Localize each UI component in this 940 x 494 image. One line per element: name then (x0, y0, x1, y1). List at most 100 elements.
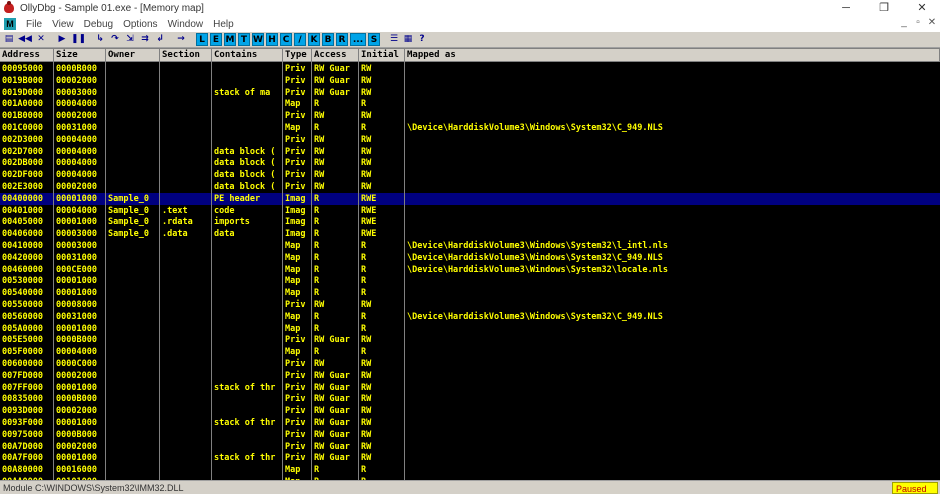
memory-map-row[interactable]: 00095000 0000B000 Priv RW Guar RW (0, 63, 940, 75)
menu-file[interactable]: File (21, 19, 47, 30)
column-header-size[interactable]: Size (54, 49, 106, 62)
memory-map-row[interactable]: 0093F000 00001000 stack of thr Priv RW Guar R… (0, 417, 940, 429)
memory-map-row[interactable]: 002DF000 00004000 data block (Priv RW RW (0, 169, 940, 181)
cell-access: RW (314, 359, 325, 369)
cell-contains (212, 75, 283, 87)
mdi-child-icon[interactable]: M (4, 18, 16, 30)
memory-map-row[interactable]: 0019B000 00002000 Priv RW Guar RW (0, 75, 940, 87)
memory-map-row[interactable]: 005F0000 00004000 Map R R (0, 346, 940, 358)
cell-address: 00405000 (2, 217, 43, 228)
cell-section (160, 452, 212, 464)
close-icon[interactable]: ✕ (908, 0, 936, 16)
memory-map-row[interactable]: 002D7000 00004000 data block (Priv RW RW (0, 146, 940, 158)
memory-map-row[interactable]: 00A80000 00016000 Map R R (0, 464, 940, 476)
toolbar-w-button[interactable]: W (252, 33, 264, 46)
cell-mapped-as (405, 299, 940, 311)
column-header-mapped-as[interactable]: Mapped as (405, 49, 940, 62)
go-to-icon[interactable]: → (175, 33, 187, 46)
mdi-restore-icon[interactable]: ▫ (911, 17, 925, 28)
memory-map-row[interactable]: 00410000 00003000 Map R R \Device\HarddiskVol… (0, 240, 940, 252)
cell-access: RW Guar (314, 335, 350, 346)
memory-map-row[interactable]: 00401000 00004000 Sample_0 .text code Imag R RW… (0, 205, 940, 217)
grid-icon[interactable]: ▦ (402, 33, 414, 46)
cell-section (160, 275, 212, 287)
memory-map-row[interactable]: 001B0000 00002000 Priv RW RW (0, 110, 940, 122)
toolbar-k-button[interactable]: K (308, 33, 320, 46)
memory-map-row[interactable]: 00540000 00001000 Map R R (0, 287, 940, 299)
menu-help[interactable]: Help (208, 19, 239, 30)
pause-icon[interactable]: ❚❚ (71, 33, 86, 46)
mdi-close-icon[interactable]: ✕ (925, 17, 939, 28)
step-over-icon[interactable]: ↷ (109, 33, 121, 46)
memory-map-row[interactable]: 001A0000 00004000 Map R R (0, 98, 940, 110)
column-header-initial[interactable]: Initial (359, 49, 405, 62)
cell-contains (212, 358, 283, 370)
menu-options[interactable]: Options (118, 19, 162, 30)
run-icon[interactable]: ▶ (56, 33, 68, 46)
cell-section (160, 169, 212, 181)
cell-type: Priv (285, 441, 306, 452)
toolbar-b-button[interactable]: B (322, 33, 334, 46)
cell-address: 002DB000 (2, 158, 43, 169)
toolbar-c-button[interactable]: C (280, 33, 292, 46)
column-header-access[interactable]: Access (312, 49, 359, 62)
cell-address: 0093F000 (2, 418, 43, 428)
memory-map-row[interactable]: 002D3000 00004000 Priv RW RW (0, 134, 940, 146)
cell-type: Priv (285, 359, 306, 369)
memory-map-row[interactable]: 00975000 0000B000 Priv RW Guar RW (0, 429, 940, 441)
restore-icon[interactable]: ❐ (870, 0, 898, 16)
close-program-icon[interactable]: ✕ (35, 33, 47, 46)
cell-initial: R (361, 276, 367, 287)
column-header-address[interactable]: Address (0, 49, 54, 62)
toolbar-m-button[interactable]: M (224, 33, 236, 46)
memory-map-row[interactable]: 00A7F000 00001000 stack of thr Priv RW Guar R… (0, 452, 940, 464)
help-icon[interactable]: ? (416, 33, 428, 46)
cell-access: RW Guar (314, 406, 350, 417)
memory-map-row[interactable]: 00A7D000 00002000 Priv RW Guar RW (0, 441, 940, 453)
list-icon[interactable]: ☰ (388, 33, 400, 46)
memory-map-row[interactable]: 007FD000 00002000 Priv RW Guar RW (0, 370, 940, 382)
cell-initial: RW (361, 394, 372, 405)
memory-map-row[interactable]: 0019D000 00003000 stack of ma Priv RW Guar RW (0, 87, 940, 99)
toolbar-ellipsis-button[interactable]: ... (350, 33, 366, 46)
memory-map-row[interactable]: 00406000 00003000 Sample_0 .data data Imag R RW… (0, 228, 940, 240)
toolbar-t-button[interactable]: T (238, 33, 250, 46)
memory-map-row[interactable]: 00530000 00001000 Map R R (0, 275, 940, 287)
memory-map-row[interactable]: 0093D000 00002000 Priv RW Guar RW (0, 405, 940, 417)
toolbar-e-button[interactable]: E (210, 33, 222, 46)
restart-icon[interactable]: ◀◀ (18, 33, 32, 46)
memory-map-row[interactable]: 001C0000 00031000 Map R R \Device\HarddiskVol… (0, 122, 940, 134)
memory-map-row[interactable]: 00400000 00001000 Sample_0 PE header Imag R RW… (0, 192, 940, 205)
memory-map-row[interactable]: 00420000 00031000 Map R R \Device\HarddiskVol… (0, 252, 940, 264)
step-into-icon[interactable]: ↳ (94, 33, 106, 46)
column-header-owner[interactable]: Owner (106, 49, 160, 62)
menu-debug[interactable]: Debug (79, 19, 118, 30)
mdi-minimize-icon[interactable]: _ (897, 17, 911, 28)
column-header-contains[interactable]: Contains (212, 49, 283, 62)
toolbar-slash-button[interactable]: / (294, 33, 306, 46)
memory-map-row[interactable]: 007FF000 00001000 stack of thr Priv RW Guar R… (0, 382, 940, 394)
memory-map-row[interactable]: 00405000 00001000 Sample_0 .rdata imports Ima… (0, 216, 940, 228)
menu-window[interactable]: Window (163, 19, 209, 30)
execute-till-return-icon[interactable]: ↲ (154, 33, 166, 46)
memory-map-row[interactable]: 00835000 0000B000 Priv RW Guar RW (0, 393, 940, 405)
open-icon[interactable]: ▤ (3, 33, 15, 46)
memory-map-row[interactable]: 00550000 00008000 Priv RW RW (0, 299, 940, 311)
column-header-section[interactable]: Section (160, 49, 212, 62)
memory-map-row[interactable]: 00560000 00031000 Map R R \Device\HarddiskVol… (0, 311, 940, 323)
toolbar-s-button[interactable]: S (368, 33, 380, 46)
memory-map-row[interactable]: 005A0000 00001000 Map R R (0, 323, 940, 335)
trace-into-icon[interactable]: ⇲ (124, 33, 136, 46)
memory-map-row[interactable]: 00460000 000CE000 Map R R \Device\HarddiskVol… (0, 264, 940, 276)
menu-view[interactable]: View (47, 19, 79, 30)
memory-map-row[interactable]: 005E5000 0000B000 Priv RW Guar RW (0, 334, 940, 346)
memory-map-row[interactable]: 00600000 0000C000 Priv RW RW (0, 358, 940, 370)
memory-map-row[interactable]: 002DB000 00004000 data block (Priv RW RW (0, 157, 940, 169)
toolbar-r-button[interactable]: R (336, 33, 348, 46)
column-header-type[interactable]: Type (283, 49, 312, 62)
trace-over-icon[interactable]: ⇉ (139, 33, 151, 46)
toolbar-h-button[interactable]: H (266, 33, 278, 46)
toolbar-l-button[interactable]: L (196, 33, 208, 46)
memory-map-row[interactable]: 002E3000 00002000 data block (Priv RW RW (0, 181, 940, 193)
minimize-icon[interactable]: ─ (832, 0, 860, 16)
